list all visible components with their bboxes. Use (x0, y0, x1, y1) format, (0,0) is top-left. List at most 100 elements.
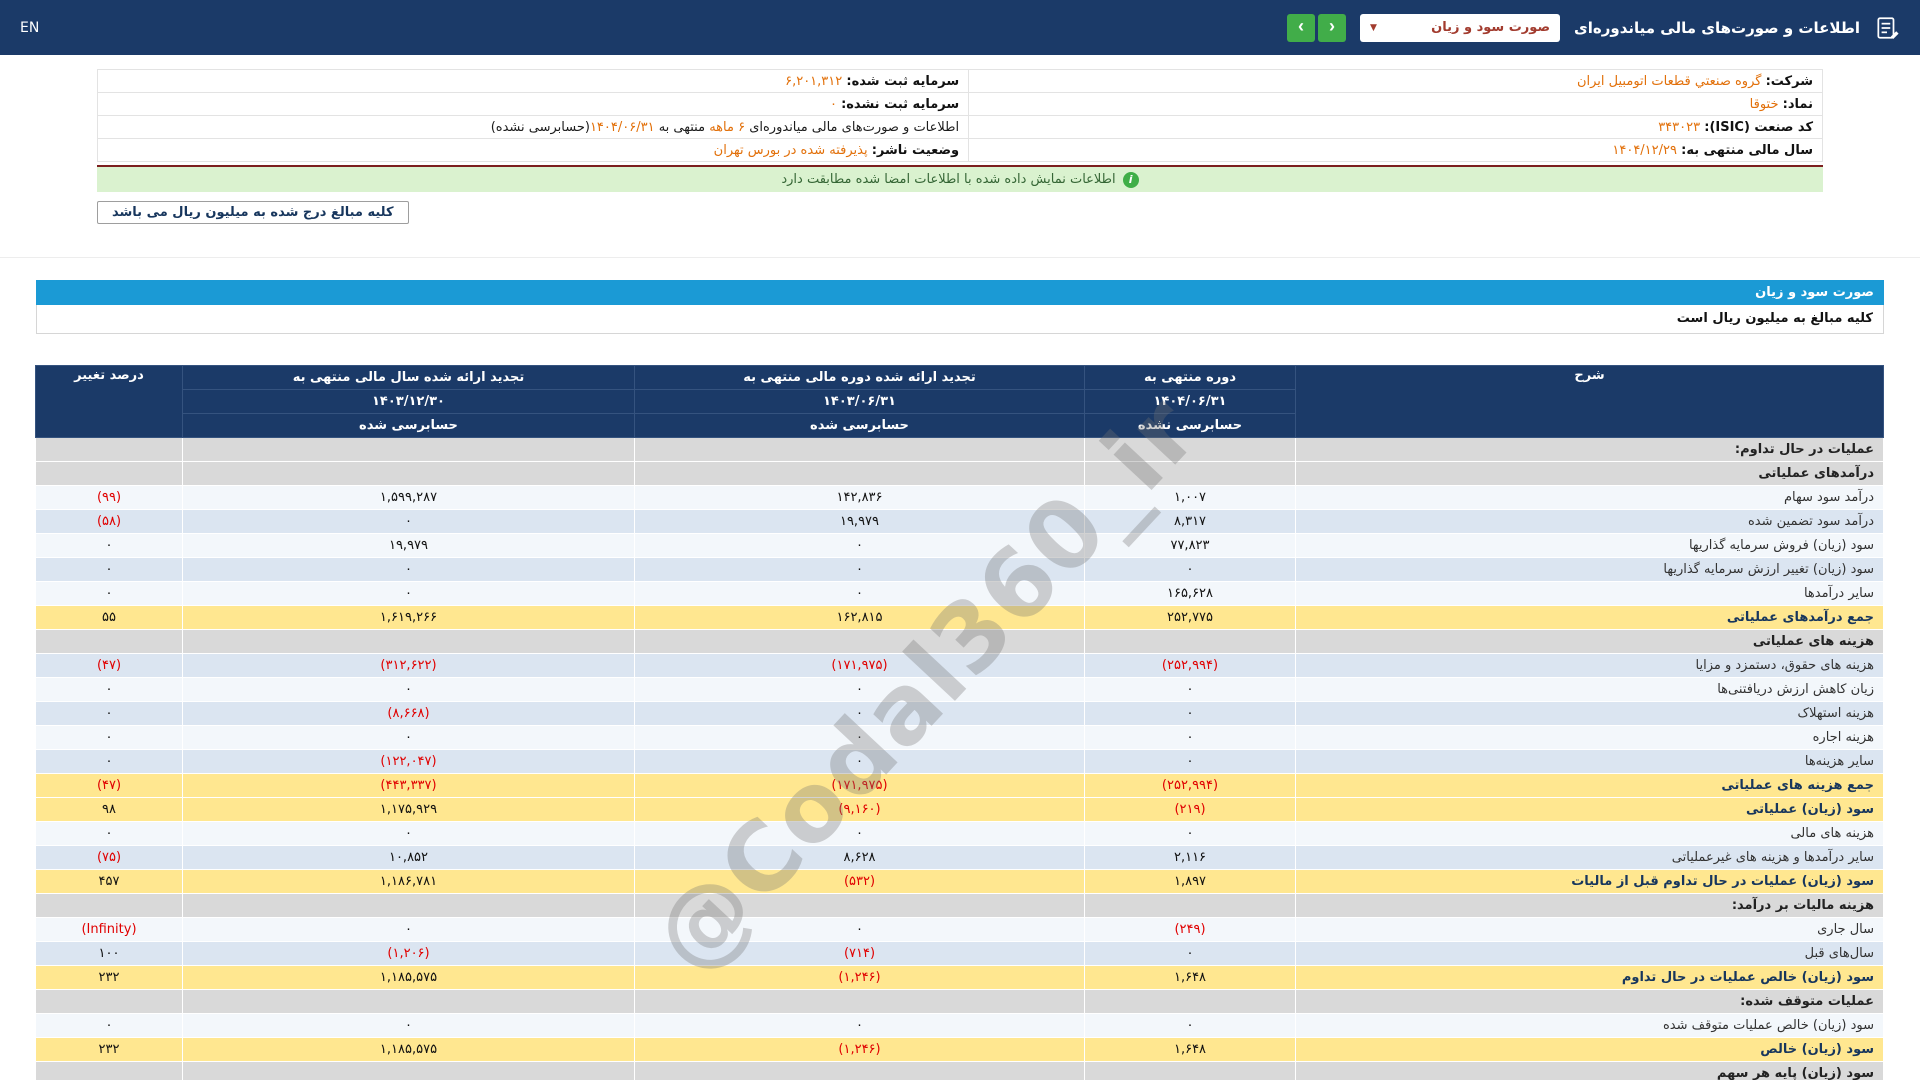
fiscal-year-cell: سال مالی منتهی به: ۱۴۰۴/۱۲/۲۹ (968, 138, 1823, 162)
cell-value (634, 437, 1085, 462)
cell-value: (۲۵۲,۹۹۴) (1084, 653, 1296, 678)
cell-value: (۱۷۱,۹۷۵) (634, 653, 1085, 678)
row-label: سال‌های قبل (1295, 941, 1884, 966)
period-middle: منتهی به (654, 119, 710, 135)
row-label: سود (زیان) عملیاتی (1295, 797, 1884, 822)
col-date-restated-period: ۱۴۰۳/۰۶/۳۱ (634, 389, 1085, 414)
table-row: عملیات متوقف شده: (35, 989, 1884, 1014)
cell-value: (Infinity) (35, 917, 183, 942)
col-date-current-period: ۱۴۰۴/۰۶/۳۱ (1084, 389, 1296, 414)
cell-value (634, 629, 1085, 654)
cell-value: ۲۳۲ (35, 965, 183, 990)
cell-value: (۸,۶۶۸) (182, 701, 635, 726)
cell-value (634, 461, 1085, 486)
cell-value: ۰ (35, 581, 183, 606)
col-header-restated-period: تجدید ارائه شده دوره مالی منتهی به (634, 365, 1085, 390)
cell-value (182, 989, 635, 1014)
cell-value: (۴۴۳,۳۳۷) (182, 773, 635, 798)
company-label: شرکت: (1765, 73, 1813, 89)
cell-value: ۱,۰۰۷ (1084, 485, 1296, 510)
cell-value (1084, 989, 1296, 1014)
cell-value: ۱,۶۴۸ (1084, 1037, 1296, 1062)
cell-value: (۹۹) (35, 485, 183, 510)
table-row: شرح دوره منتهی به تجدید ارائه شده دوره م… (35, 365, 1884, 438)
row-label: هزینه های حقوق، دستمزد و مزایا (1295, 653, 1884, 678)
statement-type-dropdown[interactable]: صورت سود و زیان ▼ (1360, 13, 1561, 42)
cell-value (182, 461, 635, 486)
company-cell: شرکت: گروه صنعتي قطعات اتومبيل ايران (968, 69, 1823, 93)
income-statement-table: شرح دوره منتهی به تجدید ارائه شده دوره م… (35, 365, 1884, 1080)
cell-value: ۰ (182, 557, 635, 582)
language-toggle[interactable]: EN (20, 20, 39, 36)
period-info-cell: اطلاعات و صورت‌های مالی میاندوره‌ای ۶ ما… (96, 115, 970, 139)
table-row: سود (زیان) خالص عملیات متوقف شده ۰ ۰ ۰ ۰ (35, 1013, 1884, 1038)
table-row: سود (زیان) تغییر ارزش سرمایه گذاریها ۰ ۰ ۰ ۰ (35, 557, 1884, 582)
company-info-section: شرکت: گروه صنعتي قطعات اتومبيل ايران سرم… (0, 55, 1920, 224)
financial-report-icon[interactable] (1874, 15, 1900, 41)
isic-label: کد صنعت (ISIC): (1704, 119, 1813, 135)
row-label: سود (زیان) خالص عملیات در حال تداوم (1295, 965, 1884, 990)
symbol-cell: نماد: ختوقا (968, 92, 1823, 116)
cell-value (35, 461, 183, 486)
cell-value: ۰ (634, 917, 1085, 942)
table-body: عملیات در حال تداوم: درآمدهای عملیاتی درآم… (35, 437, 1884, 1080)
cell-value: (۱,۲۴۶) (634, 965, 1085, 990)
cell-value: ۰ (1084, 1013, 1296, 1038)
unregistered-capital-cell: سرمایه ثبت نشده: ۰ (96, 92, 970, 116)
cell-value (1084, 629, 1296, 654)
col-header-description: شرح (1295, 365, 1884, 438)
cell-value: ۰ (182, 725, 635, 750)
row-label: سود (زیان) خالص (1295, 1037, 1884, 1062)
col-header-change-percent: درصد تغییر (35, 365, 183, 438)
cell-value: (۲۴۹) (1084, 917, 1296, 942)
row-label: درآمد سود سهام (1295, 485, 1884, 510)
cell-value: ۰ (634, 1013, 1085, 1038)
cell-value: ۰ (634, 725, 1085, 750)
chevron-down-icon: ▼ (1370, 22, 1377, 33)
cell-value (1084, 437, 1296, 462)
cell-value: ۰ (1084, 725, 1296, 750)
cell-value: ۱۰,۸۵۲ (182, 845, 635, 870)
cell-value (35, 893, 183, 918)
registered-capital-label: سرمایه ثبت شده: (846, 73, 960, 89)
financial-table-wrap: @Codal360_ir شرح دوره منتهی به تجدید ارا… (35, 365, 1884, 1080)
cell-value: ۱۹,۹۷۹ (634, 509, 1085, 534)
cell-value: (۵۳۲) (634, 869, 1085, 894)
row-label: زیان کاهش ارزش دریافتنی‌ها (1295, 677, 1884, 702)
cell-value: ۰ (634, 533, 1085, 558)
table-row: سال‌های قبل ۰ (۷۱۴) (۱,۲۰۶) ۱۰۰ (35, 941, 1884, 966)
table-row: جمع درآمدهای عملیاتی ۲۵۲,۷۷۵ ۱۶۲,۸۱۵ ۱,۶۱۹,… (35, 605, 1884, 630)
cell-value: ۴۵۷ (35, 869, 183, 894)
cell-value: ۹۸ (35, 797, 183, 822)
cell-value: (۹,۱۶۰) (634, 797, 1085, 822)
header-separator (0, 257, 1920, 258)
cell-value: ۰ (182, 509, 635, 534)
cell-value: ۱,۱۸۶,۷۸۱ (182, 869, 635, 894)
table-row: هزینه مالیات بر درآمد: (35, 893, 1884, 918)
period-suffix: (حسابرسی نشده) (490, 119, 590, 135)
statement-units-note: کلیه مبالغ به میلیون ریال است (36, 305, 1884, 334)
row-label: سایر هزینه‌ها (1295, 749, 1884, 774)
col-audit-restated-year: حسابرسی شده (182, 413, 635, 438)
company-name-link[interactable]: گروه صنعتي قطعات اتومبيل ايران (1577, 74, 1761, 89)
cell-value: ۰ (634, 581, 1085, 606)
table-row: هزینه های عملیاتی (35, 629, 1884, 654)
next-statement-button[interactable]: › (1287, 13, 1316, 42)
fiscal-year-value: ۱۴۰۴/۱۲/۲۹ (1612, 142, 1677, 158)
row-label: جمع هزینه های عملیاتی (1295, 773, 1884, 798)
cell-value: (۱۲۲,۰۴۷) (182, 749, 635, 774)
table-row: سود (زیان) فروش سرمایه گذاریها ۷۷,۸۲۳ ۰ ۱۹,… (35, 533, 1884, 558)
cell-value (35, 629, 183, 654)
cell-value: ۱,۵۹۹,۲۸۷ (182, 485, 635, 510)
table-row: سایر درآمدها ۱۶۵,۶۲۸ ۰ ۰ ۰ (35, 581, 1884, 606)
statement-title-bar: صورت سود و زیان (36, 280, 1884, 305)
table-row: عملیات در حال تداوم: (35, 437, 1884, 462)
prev-statement-button[interactable]: ‹ (1318, 13, 1347, 42)
cell-value (35, 437, 183, 462)
cell-value (182, 629, 635, 654)
table-row: درآمدهای عملیاتی (35, 461, 1884, 486)
symbol-link[interactable]: ختوقا (1750, 97, 1779, 112)
row-label: عملیات متوقف شده: (1295, 989, 1884, 1014)
cell-value: ۱۶۲,۸۱۵ (634, 605, 1085, 630)
row-label: هزینه های عملیاتی (1295, 629, 1884, 654)
